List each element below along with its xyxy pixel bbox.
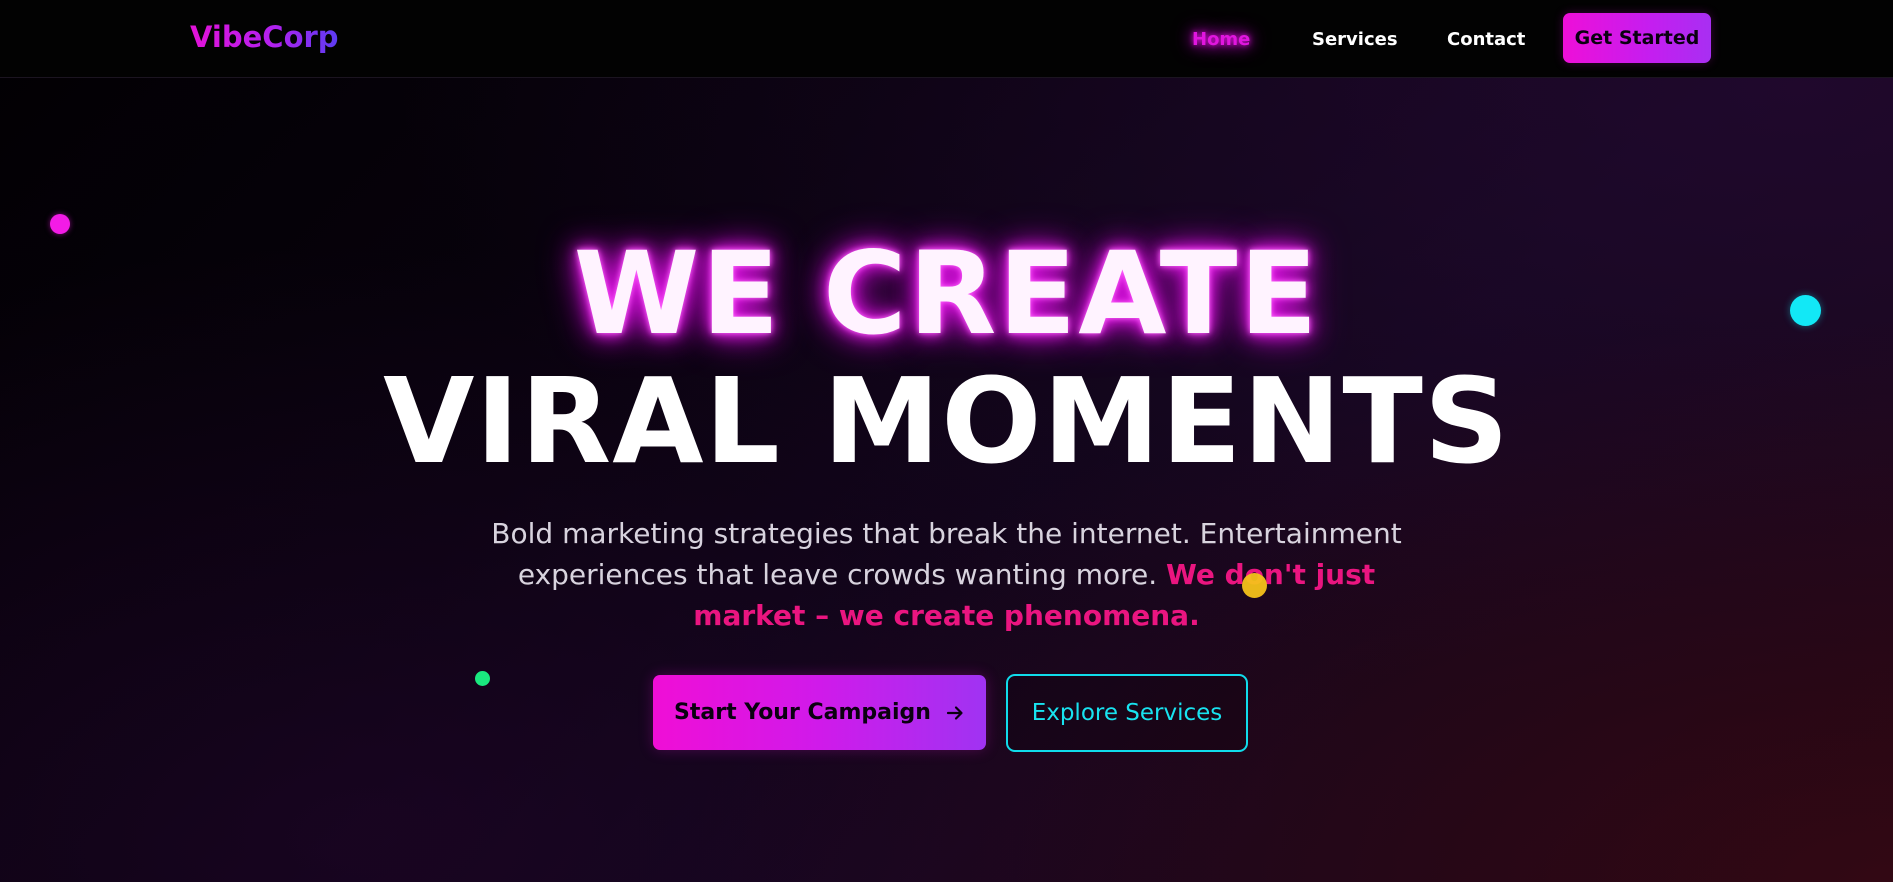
arrow-right-icon [945, 703, 965, 723]
cursor-indicator [1242, 573, 1267, 598]
start-campaign-button[interactable]: Start Your Campaign [653, 675, 986, 750]
get-started-button[interactable]: Get Started [1563, 13, 1711, 63]
top-navigation: VibeCorp Home Services Contact Get Start… [0, 0, 1893, 78]
hero-subtitle: Bold marketing strategies that break the… [465, 513, 1428, 636]
brand-logo[interactable]: VibeCorp [190, 20, 339, 54]
start-campaign-label: Start Your Campaign [674, 700, 931, 725]
explore-services-button[interactable]: Explore Services [1006, 674, 1248, 752]
decorative-dot-green [475, 671, 490, 686]
landing-page: VibeCorp Home Services Contact Get Start… [0, 0, 1893, 882]
hero-headline-glow: WE CREATE [573, 227, 1320, 360]
nav-link-contact[interactable]: Contact [1447, 29, 1525, 50]
hero-headline-main: VIRAL MOMENTS [383, 352, 1510, 490]
nav-link-services[interactable]: Services [1312, 29, 1398, 50]
nav-link-home[interactable]: Home [1192, 29, 1250, 50]
decorative-dot-magenta [50, 214, 70, 234]
